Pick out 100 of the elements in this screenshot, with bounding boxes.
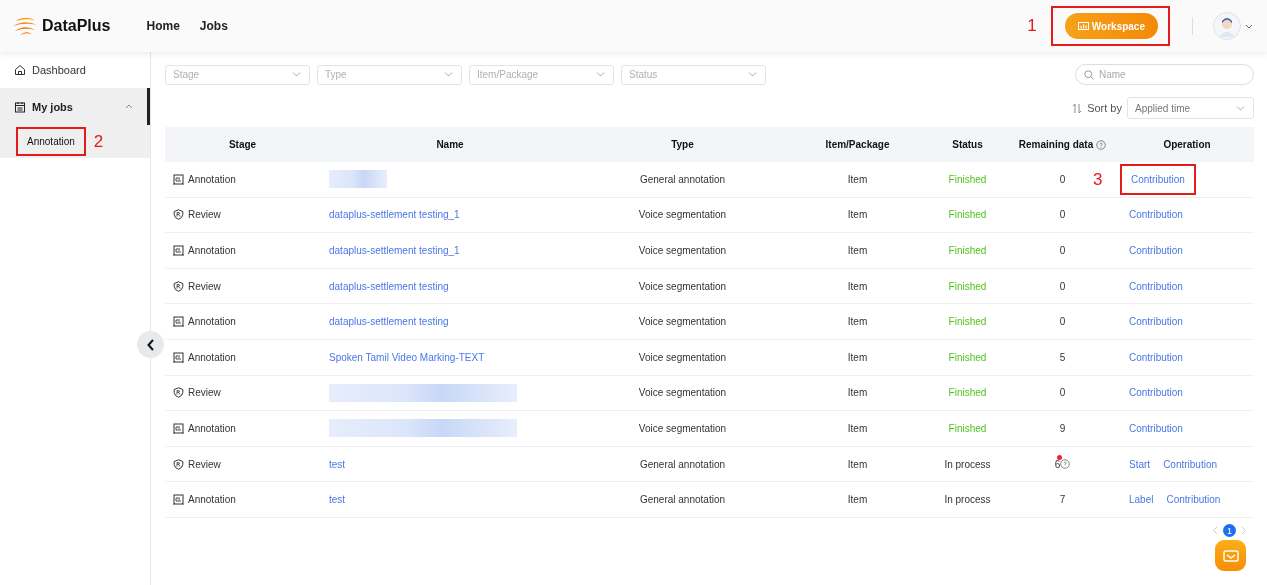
next-page-icon[interactable] bbox=[1241, 526, 1247, 535]
frame-icon bbox=[173, 316, 184, 328]
table-cell: Annotation bbox=[188, 173, 236, 185]
column-header: Item/Package bbox=[825, 139, 890, 150]
table-cell: General annotation bbox=[639, 173, 726, 185]
table-cell: 9 bbox=[1059, 422, 1066, 434]
avatar-icon[interactable] bbox=[1213, 12, 1241, 40]
table-cell: Annotation bbox=[188, 351, 236, 363]
table-cell: 5 bbox=[1059, 351, 1066, 363]
filter-select[interactable]: Type bbox=[317, 64, 462, 85]
column-header: Name bbox=[436, 139, 464, 150]
sort-icon bbox=[1072, 102, 1083, 114]
shield-icon bbox=[173, 209, 184, 221]
help-icon bbox=[1096, 139, 1107, 150]
chevron-icon bbox=[125, 104, 133, 109]
search-icon bbox=[1084, 70, 1094, 80]
operation-link[interactable]: Contribution bbox=[1129, 209, 1183, 221]
operation-link[interactable]: Contribution bbox=[1129, 422, 1183, 434]
mail-icon bbox=[1222, 549, 1239, 562]
status-text: Finished bbox=[948, 351, 987, 363]
operation-link[interactable]: Contribution bbox=[1129, 245, 1183, 256]
shield-icon bbox=[173, 387, 184, 399]
collapse-button[interactable] bbox=[137, 331, 164, 358]
table-cell: Item bbox=[847, 280, 868, 292]
chevron-icon bbox=[596, 72, 605, 77]
sort-select[interactable]: Applied time bbox=[1127, 97, 1254, 119]
table-cell: 0 bbox=[1059, 387, 1066, 399]
table-cell: Review bbox=[188, 280, 221, 292]
caret-icon[interactable] bbox=[1245, 23, 1253, 29]
chevron-icon bbox=[748, 72, 757, 77]
operation-link[interactable]: Contribution bbox=[1129, 351, 1183, 363]
shield-icon bbox=[173, 280, 184, 292]
sidebar-group[interactable]: My jobs bbox=[0, 88, 150, 125]
column-header: Remaining data bbox=[1018, 139, 1094, 150]
operation-link[interactable]: Contribution bbox=[1163, 458, 1218, 470]
column-header: Stage bbox=[228, 139, 257, 150]
chevron-left-icon bbox=[146, 338, 155, 351]
status-text: Finished bbox=[948, 245, 987, 256]
search-field[interactable]: Name bbox=[1075, 64, 1254, 85]
filter-select[interactable]: Status bbox=[621, 64, 766, 85]
status-text: Finished bbox=[948, 173, 987, 185]
table-cell: Voice segmentation bbox=[638, 245, 727, 256]
operation-link[interactable]: Contribution bbox=[1129, 387, 1183, 399]
brand-name: DataPlus bbox=[42, 17, 111, 35]
table-cell: Item bbox=[847, 387, 868, 399]
operation-link[interactable]: Label bbox=[1129, 494, 1154, 506]
page-number[interactable]: 1 bbox=[1223, 524, 1236, 537]
job-name-link[interactable]: test bbox=[329, 494, 346, 506]
job-name-link[interactable]: Spoken Tamil Video Marking-TEXT bbox=[329, 351, 485, 363]
table-cell: 0 bbox=[1059, 280, 1066, 292]
table-cell: Voice segmentation bbox=[638, 351, 727, 363]
message-button[interactable] bbox=[1215, 540, 1246, 571]
operation-link[interactable]: Contribution bbox=[1166, 494, 1221, 506]
logo-icon bbox=[12, 15, 38, 37]
table-cell: Item bbox=[847, 245, 868, 256]
sort-label: Sort by bbox=[1087, 102, 1122, 114]
nav-link[interactable]: Home bbox=[146, 19, 180, 33]
filter-select[interactable]: Item/Package bbox=[469, 64, 614, 85]
status-text: Finished bbox=[948, 422, 987, 434]
job-name-link[interactable]: dataplus-settlement testing bbox=[329, 316, 449, 328]
job-name-link[interactable]: dataplus-settlement testing bbox=[329, 280, 449, 292]
operation-link[interactable]: Contribution bbox=[1129, 280, 1183, 292]
status-text: Finished bbox=[948, 316, 987, 328]
status-text: Finished bbox=[948, 280, 987, 292]
sidebar-item[interactable]: Dashboard bbox=[0, 60, 150, 80]
table-cell: Item bbox=[847, 209, 868, 221]
sidebar-item[interactable]: Annotation bbox=[18, 129, 84, 154]
table-cell: Review bbox=[188, 458, 221, 470]
workspace-button[interactable]: Workspace bbox=[1064, 13, 1158, 39]
table-cell: Annotation bbox=[188, 316, 236, 328]
table-cell: Item bbox=[847, 422, 868, 434]
operation-link[interactable]: Contribution bbox=[1131, 173, 1185, 185]
nav-link[interactable]: Jobs bbox=[199, 19, 228, 33]
frame-icon bbox=[173, 422, 184, 434]
chevron-icon bbox=[444, 72, 453, 77]
column-header: Operation bbox=[1163, 139, 1211, 150]
chevron-icon bbox=[1236, 105, 1245, 111]
job-name-link[interactable]: test bbox=[329, 458, 346, 470]
prev-page-icon[interactable] bbox=[1212, 526, 1218, 535]
blurred-name bbox=[329, 170, 387, 189]
frame-icon bbox=[173, 351, 184, 363]
table-cell: 0 bbox=[1059, 173, 1066, 185]
operation-link[interactable]: Contribution bbox=[1129, 316, 1183, 328]
job-name-link[interactable]: dataplus-settlement testing_1 bbox=[329, 245, 460, 256]
table-cell: Item bbox=[847, 494, 868, 506]
table-cell: Item bbox=[847, 316, 868, 328]
help-icon bbox=[1060, 459, 1071, 470]
frame-icon bbox=[173, 245, 184, 256]
table-cell: Voice segmentation bbox=[638, 422, 727, 434]
callout-number: 3 bbox=[1093, 170, 1103, 190]
table-cell: 0 bbox=[1059, 209, 1066, 221]
filter-select[interactable]: Stage bbox=[165, 64, 310, 85]
calendar-icon bbox=[14, 100, 26, 113]
table-cell: General annotation bbox=[639, 458, 726, 470]
table-cell: Annotation bbox=[188, 422, 236, 434]
operation-link[interactable]: Start bbox=[1129, 458, 1151, 470]
status-text: Finished bbox=[948, 209, 987, 221]
callout-number: 2 bbox=[93, 131, 104, 152]
table-cell: Annotation bbox=[188, 245, 236, 256]
job-name-link[interactable]: dataplus-settlement testing_1 bbox=[329, 209, 460, 221]
